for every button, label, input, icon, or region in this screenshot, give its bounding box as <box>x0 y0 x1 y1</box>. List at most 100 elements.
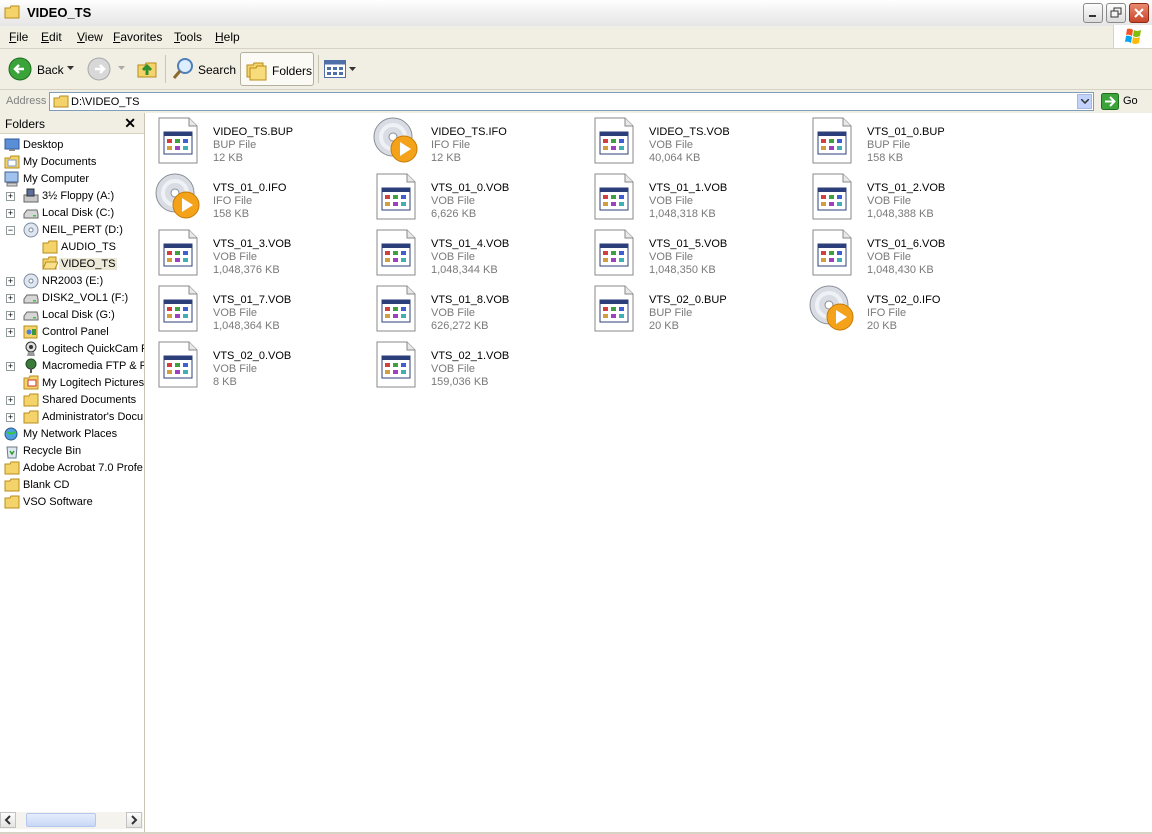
window-file-icon <box>155 229 203 277</box>
floppy-drive-icon <box>23 188 39 204</box>
close-button[interactable] <box>1129 3 1149 23</box>
file-item[interactable]: VTS_01_8.VOB VOB File 626,272 KB <box>373 285 583 337</box>
file-type: VOB File <box>213 363 258 375</box>
expand-icon[interactable]: + <box>6 294 15 303</box>
go-button[interactable]: Go <box>1101 92 1149 111</box>
menu-file[interactable]: File <box>9 30 28 44</box>
views-button[interactable] <box>322 52 358 86</box>
file-item[interactable]: VTS_01_0.VOB VOB File 6,626 KB <box>373 173 583 225</box>
file-name: VTS_01_0.VOB <box>431 182 510 194</box>
close-icon[interactable]: ✕ <box>124 115 136 132</box>
file-item[interactable]: VTS_02_0.IFO IFO File 20 KB <box>809 285 1019 337</box>
menu-edit[interactable]: Edit <box>41 30 62 44</box>
file-type: VOB File <box>867 195 912 207</box>
file-item[interactable]: VTS_02_1.VOB VOB File 159,036 KB <box>373 341 583 393</box>
file-type: VOB File <box>431 363 476 375</box>
file-size: 1,048,388 KB <box>867 208 934 220</box>
chevron-down-icon[interactable] <box>118 66 125 71</box>
forward-arrow-icon <box>87 57 111 81</box>
file-item[interactable]: VTS_01_0.BUP BUP File 158 KB <box>809 117 1019 169</box>
file-item[interactable]: VTS_01_7.VOB VOB File 1,048,364 KB <box>155 285 365 337</box>
file-item[interactable]: VIDEO_TS.IFO IFO File 12 KB <box>373 117 583 169</box>
folders-pane-header: Folders ✕ <box>0 113 144 134</box>
back-button[interactable]: Back <box>6 52 78 86</box>
file-size: 1,048,350 KB <box>649 264 716 276</box>
scroll-thumb[interactable] <box>26 813 96 827</box>
menu-label: iew <box>84 30 103 44</box>
file-size: 20 KB <box>867 320 897 332</box>
file-item[interactable]: VIDEO_TS.BUP BUP File 12 KB <box>155 117 365 169</box>
file-item[interactable]: VTS_02_0.BUP BUP File 20 KB <box>591 285 801 337</box>
cd-drive-icon <box>23 222 39 238</box>
expand-icon[interactable]: + <box>6 396 15 405</box>
chevron-left-icon <box>4 815 11 825</box>
tree-item-label: Desktop <box>23 139 64 151</box>
file-name: VTS_01_1.VOB <box>649 182 728 194</box>
expand-icon[interactable]: + <box>6 311 15 320</box>
my-documents-icon <box>4 154 20 170</box>
file-name: VTS_01_0.BUP <box>867 126 945 138</box>
hard-disk-icon <box>23 205 39 221</box>
expand-icon[interactable]: + <box>6 328 15 337</box>
file-size: 1,048,430 KB <box>867 264 934 276</box>
window-file-icon <box>373 173 421 221</box>
file-item[interactable]: VIDEO_TS.VOB VOB File 40,064 KB <box>591 117 801 169</box>
menu-label: ile <box>16 30 29 44</box>
file-size: 8 KB <box>213 376 237 388</box>
file-item[interactable]: VTS_01_0.IFO IFO File 158 KB <box>155 173 365 225</box>
file-item[interactable]: VTS_02_0.VOB VOB File 8 KB <box>155 341 365 393</box>
file-item[interactable]: VTS_01_6.VOB VOB File 1,048,430 KB <box>809 229 1019 281</box>
folders-icon <box>246 62 267 81</box>
control-panel-icon <box>23 324 39 340</box>
expand-icon[interactable]: + <box>6 192 15 201</box>
file-item[interactable]: VTS_01_4.VOB VOB File 1,048,344 KB <box>373 229 583 281</box>
menu-help[interactable]: Help <box>215 30 240 44</box>
address-dropdown-button[interactable] <box>1077 94 1092 109</box>
chevron-down-icon <box>1081 99 1089 104</box>
expand-icon[interactable]: + <box>6 362 15 371</box>
file-size: 158 KB <box>867 152 904 164</box>
file-size: 1,048,376 KB <box>213 264 280 276</box>
folders-button[interactable]: Folders <box>240 52 314 86</box>
horizontal-scrollbar[interactable] <box>0 812 143 829</box>
file-name: VTS_01_8.VOB <box>431 294 510 306</box>
tree-item-label: Blank CD <box>23 479 70 491</box>
pictures-icon <box>23 375 39 391</box>
expand-icon[interactable]: + <box>6 277 15 286</box>
file-type: IFO File <box>867 307 907 319</box>
menu-view[interactable]: View <box>77 30 103 44</box>
search-button[interactable]: Search <box>169 52 236 86</box>
collapse-icon[interactable]: − <box>6 226 15 235</box>
menu-tools[interactable]: Tools <box>174 30 202 44</box>
minimize-button[interactable] <box>1083 3 1103 23</box>
restore-button[interactable] <box>1106 3 1126 23</box>
desktop-icon <box>4 137 20 153</box>
title-bar[interactable]: VIDEO_TS <box>0 0 1152 27</box>
search-icon <box>172 58 193 79</box>
scroll-left-button[interactable] <box>0 812 16 828</box>
menu-favorites[interactable]: Favorites <box>113 30 162 44</box>
tree-item-label: Control Panel <box>42 326 109 338</box>
file-item[interactable]: VTS_01_1.VOB VOB File 1,048,318 KB <box>591 173 801 225</box>
tree-item-label: 3½ Floppy (A:) <box>42 190 115 202</box>
address-input[interactable]: D:\VIDEO_TS <box>49 92 1094 111</box>
tree-item-label: Macromedia FTP & RI <box>42 360 144 372</box>
scroll-right-button[interactable] <box>126 812 142 828</box>
expand-icon[interactable]: + <box>6 413 15 422</box>
my-computer-icon <box>4 171 20 187</box>
cd-drive-icon <box>23 273 39 289</box>
window-file-icon <box>591 285 639 333</box>
file-item[interactable]: VTS_01_3.VOB VOB File 1,048,376 KB <box>155 229 365 281</box>
file-item[interactable]: VTS_01_2.VOB VOB File 1,048,388 KB <box>809 173 1019 225</box>
file-item[interactable]: VTS_01_5.VOB VOB File 1,048,350 KB <box>591 229 801 281</box>
go-label: Go <box>1123 95 1138 107</box>
window-file-icon <box>591 229 639 277</box>
file-type: VOB File <box>431 251 476 263</box>
chevron-down-icon[interactable] <box>67 66 74 71</box>
expand-icon[interactable]: + <box>6 209 15 218</box>
up-folder-button[interactable] <box>134 52 162 86</box>
tree-item-label: Logitech QuickCam P <box>42 343 144 355</box>
recycle-bin-icon <box>4 443 20 459</box>
window-title: VIDEO_TS <box>27 5 92 20</box>
forward-button[interactable] <box>86 52 128 86</box>
